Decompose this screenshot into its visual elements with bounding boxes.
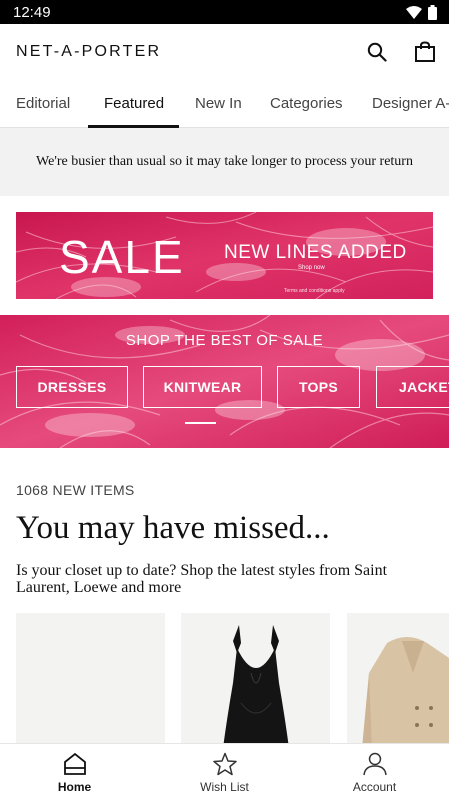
category-button-dresses[interactable]: DRESSES (16, 366, 128, 408)
sale-title: SALE (59, 231, 185, 283)
nav-account-label: Account (352, 780, 397, 794)
new-items-count: 1068 NEW ITEMS (16, 482, 135, 498)
category-button-knitwear[interactable]: KNITWEAR (143, 366, 262, 408)
product-tile[interactable] (181, 613, 330, 748)
notice-text: We're busier than usual so it may take l… (36, 154, 413, 169)
sale-subtitle: NEW LINES ADDED (224, 242, 407, 263)
category-tabs: Editorial Featured New In Categories Des… (0, 80, 449, 128)
status-bar: 12:49 (0, 0, 449, 24)
product-tile[interactable] (347, 613, 449, 748)
section-description: Is your closet up to date? Shop the late… (16, 562, 388, 596)
nav-wish-list-label: Wish List (200, 780, 249, 794)
brand-logo[interactable]: NET-A-PORTER (16, 43, 161, 61)
category-button-jackets[interactable]: JACKETS (376, 366, 449, 408)
tab-categories[interactable]: Categories (270, 95, 343, 112)
person-icon (300, 752, 449, 776)
nav-wish-list[interactable]: Wish List (150, 744, 299, 800)
best-of-sale-carousel: SHOP THE BEST OF SALE DRESSES KNITWEAR T… (0, 315, 449, 448)
notice-banner: We're busier than usual so it may take l… (0, 128, 449, 196)
star-icon (150, 752, 299, 776)
shopping-bag-icon[interactable] (411, 38, 439, 66)
tab-designer-a-z[interactable]: Designer A-Z (372, 95, 449, 112)
sale-banner[interactable]: SALE NEW LINES ADDED Shop now Terms and … (16, 212, 433, 299)
product-image (16, 613, 165, 748)
tab-new-in[interactable]: New In (195, 95, 242, 112)
tab-editorial[interactable]: Editorial (16, 95, 70, 112)
product-tile[interactable] (16, 613, 165, 748)
nav-home-label: Home (57, 780, 92, 794)
status-icons (406, 5, 437, 20)
best-of-sale-title: SHOP THE BEST OF SALE (125, 332, 324, 349)
status-time: 12:49 (13, 4, 51, 21)
carousel-page-indicator (185, 422, 216, 424)
product-image-beige-blazer (347, 613, 449, 748)
search-icon[interactable] (363, 38, 391, 66)
wifi-icon (406, 6, 422, 19)
nav-home[interactable]: Home (0, 744, 149, 800)
sale-terms: Terms and conditions apply (284, 288, 345, 294)
app-header: NET-A-PORTER (0, 24, 449, 80)
home-icon (0, 752, 149, 776)
section-headline: You may have missed... (16, 510, 330, 546)
bottom-navigation: Home Wish List Account (0, 743, 449, 800)
category-button-tops[interactable]: TOPS (277, 366, 360, 408)
tab-featured[interactable]: Featured (104, 95, 164, 112)
product-image-black-dress (181, 613, 330, 748)
sale-cta[interactable]: Shop now (298, 265, 325, 271)
battery-icon (428, 5, 437, 20)
nav-account[interactable]: Account (300, 744, 449, 800)
